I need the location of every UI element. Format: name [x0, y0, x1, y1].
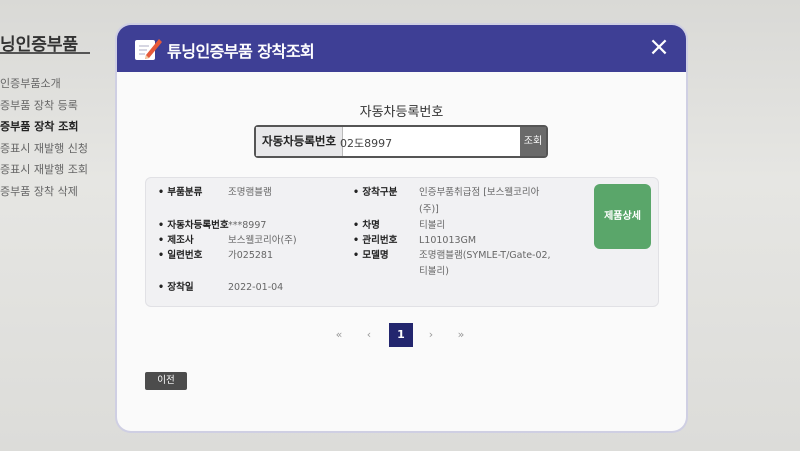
side-menu-item[interactable]: 증표시 재발행 조회 — [0, 162, 88, 184]
side-menu-item-active[interactable]: 증부품 장착 조회 — [0, 119, 88, 141]
field-label: • 차명 — [353, 220, 380, 231]
modal-header: 튜닝인증부품 장착조회 × — [117, 25, 686, 72]
result-card: • 부품분류 조명램블램 • 장착구분 인증부품취급점 [보스웰코리아 (주)]… — [145, 177, 659, 307]
field-label: • 관리번호 — [353, 235, 398, 246]
prev-page-icon[interactable]: ‹ — [357, 323, 381, 347]
field-value-line2: (주)] — [419, 204, 439, 215]
title-underline — [0, 52, 90, 54]
modal-title: 튜닝인증부품 장착조회 — [167, 42, 315, 61]
field-label: • 제조사 — [158, 235, 194, 246]
first-page-icon[interactable]: « — [327, 323, 351, 347]
search-button[interactable]: 조회 — [520, 127, 546, 156]
field-label: • 자동차등록번호 — [158, 220, 229, 231]
side-menu-item[interactable]: 증표시 재발행 신청 — [0, 141, 88, 163]
last-page-icon[interactable]: » — [449, 323, 473, 347]
field-label: • 일련번호 — [158, 250, 203, 261]
search-label: 자동차등록번호 — [256, 127, 344, 156]
field-value: 조명램블램 — [228, 187, 272, 198]
field-label: • 장착구분 — [353, 187, 398, 198]
field-label: • 부품분류 — [158, 187, 203, 198]
field-value: 보스웰코리아(주) — [228, 235, 297, 246]
field-value: L101013GM — [419, 235, 477, 246]
next-page-icon[interactable]: › — [419, 323, 443, 347]
field-value-line2: 티볼리) — [419, 266, 449, 277]
field-label: • 모델명 — [353, 250, 389, 261]
pagination: « ‹ 1 › » — [327, 323, 477, 347]
page-1-button[interactable]: 1 — [389, 323, 413, 347]
side-menu-item[interactable]: 증부품 장착 삭제 — [0, 184, 88, 206]
product-detail-button[interactable]: 제품상세 — [594, 184, 651, 249]
side-menu-item[interactable]: 인증부품소개 — [0, 76, 88, 98]
mount-lookup-modal: 튜닝인증부품 장착조회 × 자동차등록번호 자동차등록번호 조회 • 부품분류 … — [117, 25, 686, 431]
search-box: 자동차등록번호 조회 — [254, 125, 548, 158]
field-value: 티볼리 — [419, 220, 446, 231]
side-menu: 인증부품소개 증부품 장착 등록 증부품 장착 조회 증표시 재발행 신청 증표… — [0, 76, 88, 205]
field-value: 인증부품취급점 [보스웰코리아 — [419, 187, 540, 198]
field-value: ***8997 — [228, 220, 267, 231]
search-heading: 자동차등록번호 — [359, 105, 444, 120]
field-value: 가025281 — [228, 250, 274, 261]
back-button[interactable]: 이전 — [145, 372, 187, 390]
field-value: 조명램블램(SYMLE-T/Gate-02, — [419, 250, 551, 261]
registration-number-input[interactable] — [338, 131, 522, 154]
close-icon[interactable]: × — [646, 34, 672, 60]
field-label: • 장착일 — [158, 282, 194, 293]
side-menu-item[interactable]: 증부품 장착 등록 — [0, 98, 88, 120]
field-value: 2022-01-04 — [228, 282, 284, 293]
pencil-note-icon — [135, 39, 162, 60]
